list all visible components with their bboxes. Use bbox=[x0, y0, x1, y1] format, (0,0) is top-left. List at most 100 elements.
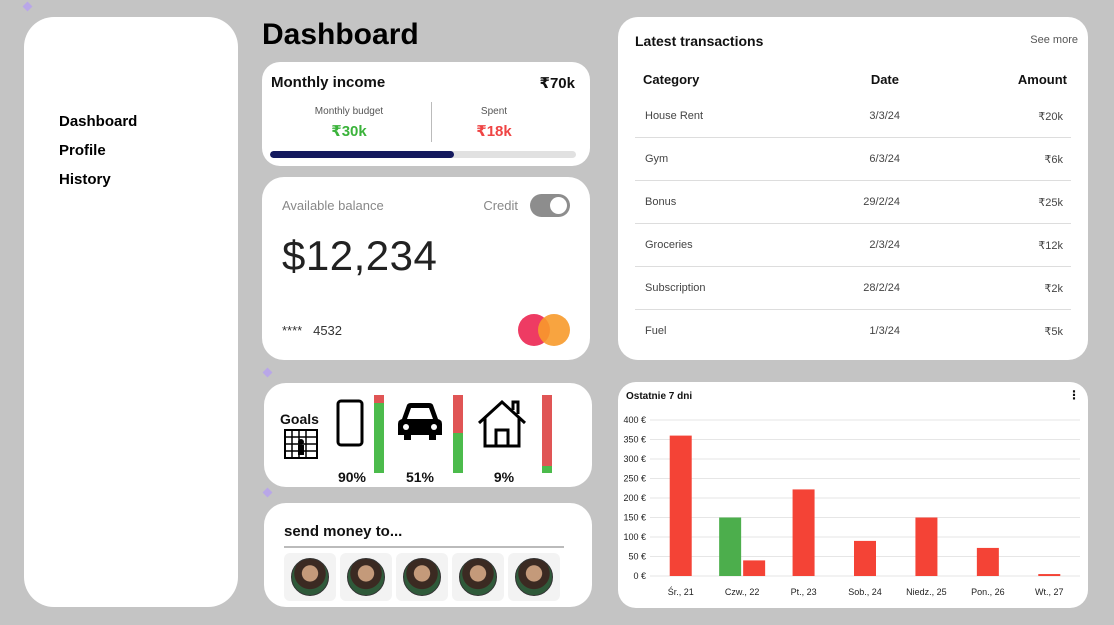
x-tick-label: Pt., 23 bbox=[791, 587, 817, 597]
income-total: ₹70k bbox=[539, 75, 575, 92]
chart-title: Ostatnie 7 dni bbox=[626, 391, 693, 402]
income-title: Monthly income bbox=[271, 74, 386, 91]
x-tick-label: Wt., 27 bbox=[1035, 587, 1064, 597]
chart-bar bbox=[976, 547, 999, 576]
row-category: Bonus bbox=[645, 196, 677, 208]
row-date: 1/3/24 bbox=[869, 325, 900, 337]
monthly-income-card: Monthly income ₹70k Monthly budget ₹30k … bbox=[262, 62, 590, 166]
sidebar-nav: Dashboard Profile History bbox=[59, 113, 137, 188]
spent-value: ₹18k bbox=[476, 123, 512, 140]
chart-bar bbox=[915, 517, 938, 576]
see-more-link[interactable]: See more bbox=[1030, 34, 1078, 46]
avatar bbox=[459, 558, 497, 596]
balance-label: Available balance bbox=[282, 198, 384, 213]
credit-label: Credit bbox=[483, 198, 518, 213]
sidebar-item-profile[interactable]: Profile bbox=[59, 142, 137, 159]
y-tick-label: 0 € bbox=[633, 571, 646, 581]
phone-icon bbox=[336, 399, 364, 447]
avatar bbox=[347, 558, 385, 596]
table-row[interactable]: Fuel 1/3/24 ₹5k bbox=[635, 310, 1071, 353]
goal-progress-bar bbox=[453, 395, 463, 473]
row-date: 3/3/24 bbox=[869, 110, 900, 122]
row-date: 2/3/24 bbox=[869, 239, 900, 251]
row-amount: ₹6k bbox=[1044, 154, 1063, 166]
row-amount: ₹2k bbox=[1044, 283, 1063, 295]
bar-chart: 0 € 50 € 100 € 150 € 200 € 250 € 300 € 350 € 400… bbox=[623, 415, 1080, 597]
transactions-title: Latest transactions bbox=[635, 33, 764, 49]
chart-bar bbox=[669, 435, 692, 576]
y-tick-label: 350 € bbox=[623, 435, 646, 445]
x-tick-label: Sob., 24 bbox=[848, 587, 882, 597]
row-amount: ₹5k bbox=[1044, 326, 1063, 338]
sidebar: Dashboard Profile History bbox=[24, 17, 238, 607]
contact-avatar[interactable] bbox=[340, 553, 392, 601]
contact-avatar[interactable] bbox=[284, 553, 336, 601]
row-category: Groceries bbox=[645, 239, 693, 251]
table-row[interactable]: Gym 6/3/24 ₹6k bbox=[635, 138, 1071, 181]
card-last4: 4532 bbox=[313, 323, 343, 338]
y-tick-label: 400 € bbox=[623, 415, 646, 425]
contact-avatar[interactable] bbox=[396, 553, 448, 601]
goal-percent: 51% bbox=[405, 469, 435, 485]
balance-amount: $12,234 bbox=[282, 232, 438, 279]
table-row[interactable]: Subscription 28/2/24 ₹2k bbox=[635, 267, 1071, 310]
card-mask: **** bbox=[282, 323, 303, 338]
toggle-knob bbox=[550, 197, 567, 214]
sidebar-item-history[interactable]: History bbox=[59, 171, 137, 188]
x-tick-label: Śr., 21 bbox=[668, 586, 694, 597]
row-amount: ₹25k bbox=[1038, 197, 1063, 209]
contact-avatar[interactable] bbox=[508, 553, 560, 601]
chart-bar bbox=[719, 517, 742, 576]
y-tick-label: 50 € bbox=[628, 552, 646, 562]
goal-progress-fill bbox=[453, 433, 463, 473]
credit-toggle[interactable] bbox=[530, 194, 570, 217]
header-date: Date bbox=[870, 72, 899, 87]
spent-label: Spent bbox=[480, 106, 508, 117]
send-money-card: send money to... bbox=[264, 503, 592, 607]
frame-tag bbox=[22, 1, 33, 12]
balance-card: Available balance Credit $12,234 **** 45… bbox=[262, 177, 590, 360]
contact-list bbox=[284, 553, 560, 601]
goal-progress-bar bbox=[542, 395, 552, 473]
goals-title: Goals bbox=[280, 411, 319, 427]
y-tick-label: 250 € bbox=[623, 474, 646, 484]
chart-bar bbox=[1038, 574, 1061, 576]
header-category: Category bbox=[643, 72, 700, 87]
table-row[interactable]: Groceries 2/3/24 ₹12k bbox=[635, 224, 1071, 267]
row-category: Fuel bbox=[645, 325, 667, 337]
y-tick-label: 300 € bbox=[623, 454, 646, 464]
card-number: **** 4532 bbox=[282, 323, 342, 338]
goal-progress-fill bbox=[542, 465, 552, 473]
budget-value: ₹30k bbox=[331, 123, 367, 140]
row-amount: ₹20k bbox=[1038, 111, 1063, 123]
row-amount: ₹12k bbox=[1038, 240, 1063, 252]
chart-bar bbox=[854, 540, 876, 576]
frame-tag bbox=[262, 487, 273, 498]
avatar bbox=[403, 558, 441, 596]
avatar bbox=[515, 558, 553, 596]
goals-grid-icon bbox=[284, 429, 318, 459]
budget-label: Monthly budget bbox=[314, 106, 384, 117]
x-tick-label: Czw., 22 bbox=[725, 587, 760, 597]
y-tick-label: 150 € bbox=[623, 513, 646, 523]
contact-avatar[interactable] bbox=[452, 553, 504, 601]
house-icon bbox=[477, 399, 527, 448]
table-row[interactable]: Bonus 29/2/24 ₹25k bbox=[635, 181, 1071, 224]
chart-bar bbox=[792, 489, 815, 576]
avatar bbox=[291, 558, 329, 596]
goal-item-house[interactable]: 9% bbox=[476, 395, 552, 485]
sidebar-item-dashboard[interactable]: Dashboard bbox=[59, 113, 137, 130]
table-row[interactable]: House Rent 3/3/24 ₹20k bbox=[635, 95, 1071, 138]
budget-progress-fill bbox=[270, 151, 454, 158]
row-category: Subscription bbox=[645, 282, 706, 294]
y-tick-label: 200 € bbox=[623, 493, 646, 503]
goal-progress-bar bbox=[374, 395, 384, 473]
goal-item-car[interactable]: 51% bbox=[396, 395, 466, 485]
page-title: Dashboard bbox=[262, 18, 419, 51]
y-tick-label: 100 € bbox=[623, 532, 646, 542]
more-options-icon[interactable]: ⋮ bbox=[1068, 388, 1080, 402]
row-date: 29/2/24 bbox=[863, 196, 900, 208]
budget-progress-bar bbox=[270, 151, 576, 158]
goal-percent: 9% bbox=[493, 469, 515, 485]
goal-progress-fill bbox=[374, 402, 384, 473]
